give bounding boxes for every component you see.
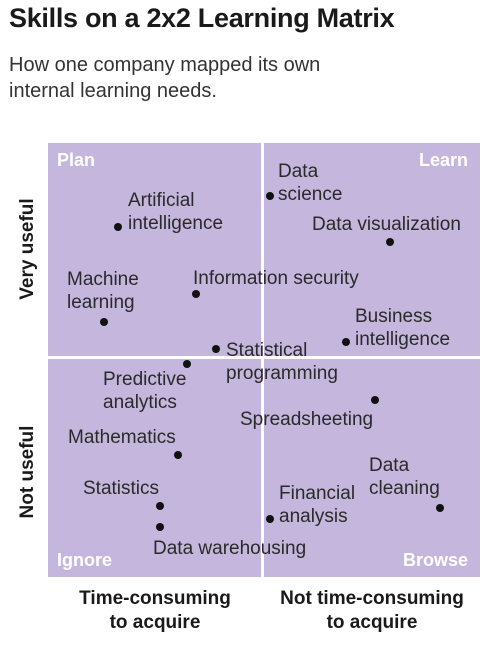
x-axis-label-time-consuming: Time-consuming to acquire [60,587,250,635]
skill-label-data-science: Data science [278,160,342,206]
skill-label-line: analysis [279,506,348,527]
skill-label-financial-analysis: Financial analysis [279,482,355,528]
skill-label-line: Financial [279,483,356,504]
skill-dot-predictive-analytics [183,360,191,368]
skill-label-line: Statistics [83,478,160,499]
skill-dot-data-cleaning [436,504,444,512]
skill-label-line: Data visualization [312,214,461,235]
skill-label-line: Data warehousing [153,538,307,559]
skill-label-predictive-analytics: Predictive analytics [103,368,186,414]
skill-label-machine-learning: Machine learning [67,268,139,314]
skill-dot-data-science [266,192,274,200]
skill-label-line: Statistical [226,340,308,361]
chart-subtitle: How one company mapped its own internal … [9,54,321,102]
x-axis-right-line-1: Not time-consuming [280,588,464,609]
skill-label-line: Mathematics [68,427,176,448]
skill-label-line: intelligence [355,329,451,350]
skill-dot-data-warehousing [156,523,164,531]
skill-label-line: analytics [103,392,177,413]
skill-dot-data-visualization [386,238,394,246]
skill-dot-statistics [156,502,164,510]
y-axis-label-very-useful: Very useful [17,198,38,300]
skill-label-line: learning [67,292,135,313]
x-axis-label-not-time-consuming: Not time-consuming to acquire [266,587,478,635]
skill-label-data-warehousing: Data warehousing [153,537,306,560]
skill-label-line: Machine [67,269,139,290]
skill-label-mathematics: Mathematics [68,426,176,449]
skill-label-data-visualization: Data visualization [312,213,461,236]
skill-label-line: Predictive [103,369,187,390]
skill-label-line: programming [226,363,338,384]
skill-dot-statistical-programming [212,345,220,353]
skill-dot-financial-analysis [266,515,274,523]
skill-label-line: Data [278,161,319,182]
chart-title: Skills on a 2x2 Learning Matrix [9,3,395,33]
skill-label-statistics: Statistics [83,477,159,500]
skill-dot-artificial-intelligence [114,223,122,231]
skill-label-line: Artificial [128,190,195,211]
quadrant-label-ignore: Ignore [57,550,113,570]
skill-dot-spreadsheeting [371,396,379,404]
skill-label-line: cleaning [369,478,440,499]
quadrant-label-plan: Plan [57,150,96,170]
skill-dot-information-security [192,290,200,298]
skill-label-line: Data [369,455,410,476]
skill-dot-business-intelligence [342,338,350,346]
skill-label-business-intelligence: Business intelligence [355,305,450,351]
skill-dot-machine-learning [100,318,108,326]
quadrant-label-browse: Browse [402,550,468,570]
skill-label-line: intelligence [128,213,224,234]
skill-dot-mathematics [174,451,182,459]
quadrant-label-learn: Learn [418,150,468,170]
skill-label-data-cleaning: Data cleaning [369,454,440,500]
skill-label-line: Business [355,306,433,327]
skill-label-spreadsheeting: Spreadsheeting [240,408,373,431]
x-axis-right-line-2: to acquire [326,612,418,633]
skill-label-statistical-programming: Statistical programming [226,339,338,385]
x-axis-left-line-1: Time-consuming [79,588,231,609]
skill-label-line: Spreadsheeting [240,409,374,430]
x-axis-left-line-2: to acquire [109,612,201,633]
skill-label-artificial-intelligence: Artificial intelligence [128,189,223,235]
y-axis-label-not-useful: Not useful [17,425,38,519]
skill-label-line: science [278,184,343,205]
skill-label-line: Information security [193,268,359,289]
skill-label-information-security: Information security [193,267,359,290]
